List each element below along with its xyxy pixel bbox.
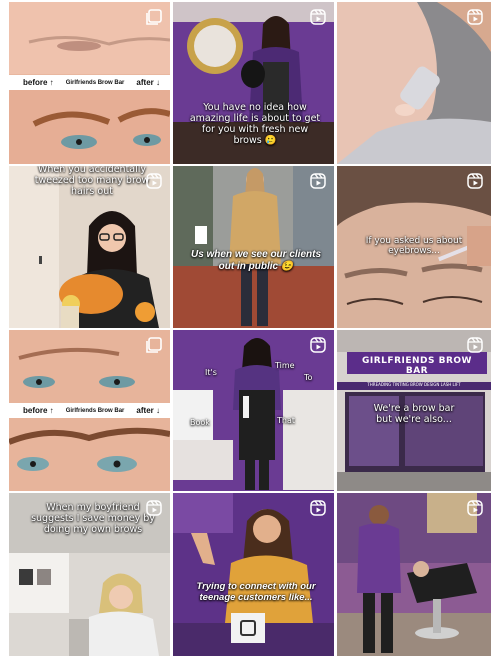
post-caption: Trying to connect with our teenage custo… — [196, 581, 316, 603]
reel-icon — [467, 9, 483, 25]
post-image-woman-in-blazer — [173, 166, 334, 328]
reel-icon — [310, 9, 326, 25]
post-tile-7[interactable]: before ↑ Girlfriends Brow Bar after ↓ — [9, 330, 170, 491]
post-tile-6[interactable]: If you asked us about eyebrows... — [337, 166, 491, 328]
post-caption: You have no idea how amazing life is abo… — [189, 102, 321, 146]
post-tile-5[interactable]: Us when we see our clients out in public… — [173, 166, 334, 328]
video-word-4: Book — [190, 418, 210, 427]
post-caption: We're a brow bar but we're also... — [373, 403, 455, 425]
video-word-3: To — [304, 373, 313, 382]
post-caption: Us when we see our clients out in public… — [190, 249, 322, 272]
before-label: before ↑ — [23, 78, 54, 87]
storefront-services: THREADING TINTING BROW DESIGN LASH LIFT — [367, 382, 461, 387]
storefront-sign: GIRLFRIENDS BROW BAR — [362, 356, 472, 377]
post-tile-11[interactable]: Trying to connect with our teenage custo… — [173, 493, 334, 656]
post-tile-12[interactable] — [337, 493, 491, 656]
video-word-1: It's — [205, 368, 217, 377]
post-tile-1[interactable]: before ↑ Girlfriends Brow Bar after ↓ — [9, 2, 170, 164]
carousel-icon — [146, 337, 162, 353]
before-after-strip: before ↑ Girlfriends Brow Bar after ↓ — [9, 403, 170, 418]
post-caption: When my boyfriend suggests I save money … — [31, 502, 155, 535]
reel-icon — [310, 173, 326, 189]
post-tile-4[interactable]: When you accidentally tweezed too many b… — [9, 166, 170, 328]
video-word-5: That — [277, 416, 295, 425]
reel-icon — [146, 500, 162, 516]
reel-icon — [467, 173, 483, 189]
posts-grid: before ↑ Girlfriends Brow Bar after ↓ Yo… — [9, 2, 491, 656]
brand-label: Girlfriends Brow Bar — [65, 407, 125, 414]
post-image-salon-chairs — [337, 493, 491, 656]
post-image-treatment-closeup — [337, 2, 491, 164]
before-label: before ↑ — [23, 406, 54, 415]
before-after-strip: before ↑ Girlfriends Brow Bar after ↓ — [9, 75, 170, 90]
post-tile-2[interactable]: You have no idea how amazing life is abo… — [173, 2, 334, 164]
carousel-icon — [146, 9, 162, 25]
post-image-staff-pointing — [173, 330, 334, 491]
reel-icon — [467, 337, 483, 353]
post-image-receptionist-waving — [173, 493, 334, 656]
post-tile-8[interactable]: It's Time To Book That — [173, 330, 334, 491]
after-label: after ↓ — [136, 78, 160, 87]
post-tile-9[interactable]: GIRLFRIENDS BROW BAR THREADING TINTING B… — [337, 330, 491, 491]
reel-icon — [146, 173, 162, 189]
post-caption: If you asked us about eyebrows... — [365, 236, 463, 257]
video-word-2: Time — [275, 361, 295, 370]
post-tile-10[interactable]: When my boyfriend suggests I save money … — [9, 493, 170, 656]
reel-icon — [310, 500, 326, 516]
post-tile-3[interactable] — [337, 2, 491, 164]
post-caption: When you accidentally tweezed too many b… — [34, 166, 150, 197]
reel-icon — [467, 500, 483, 516]
reel-icon — [310, 337, 326, 353]
brand-label: Girlfriends Brow Bar — [65, 79, 125, 86]
after-label: after ↓ — [136, 406, 160, 415]
